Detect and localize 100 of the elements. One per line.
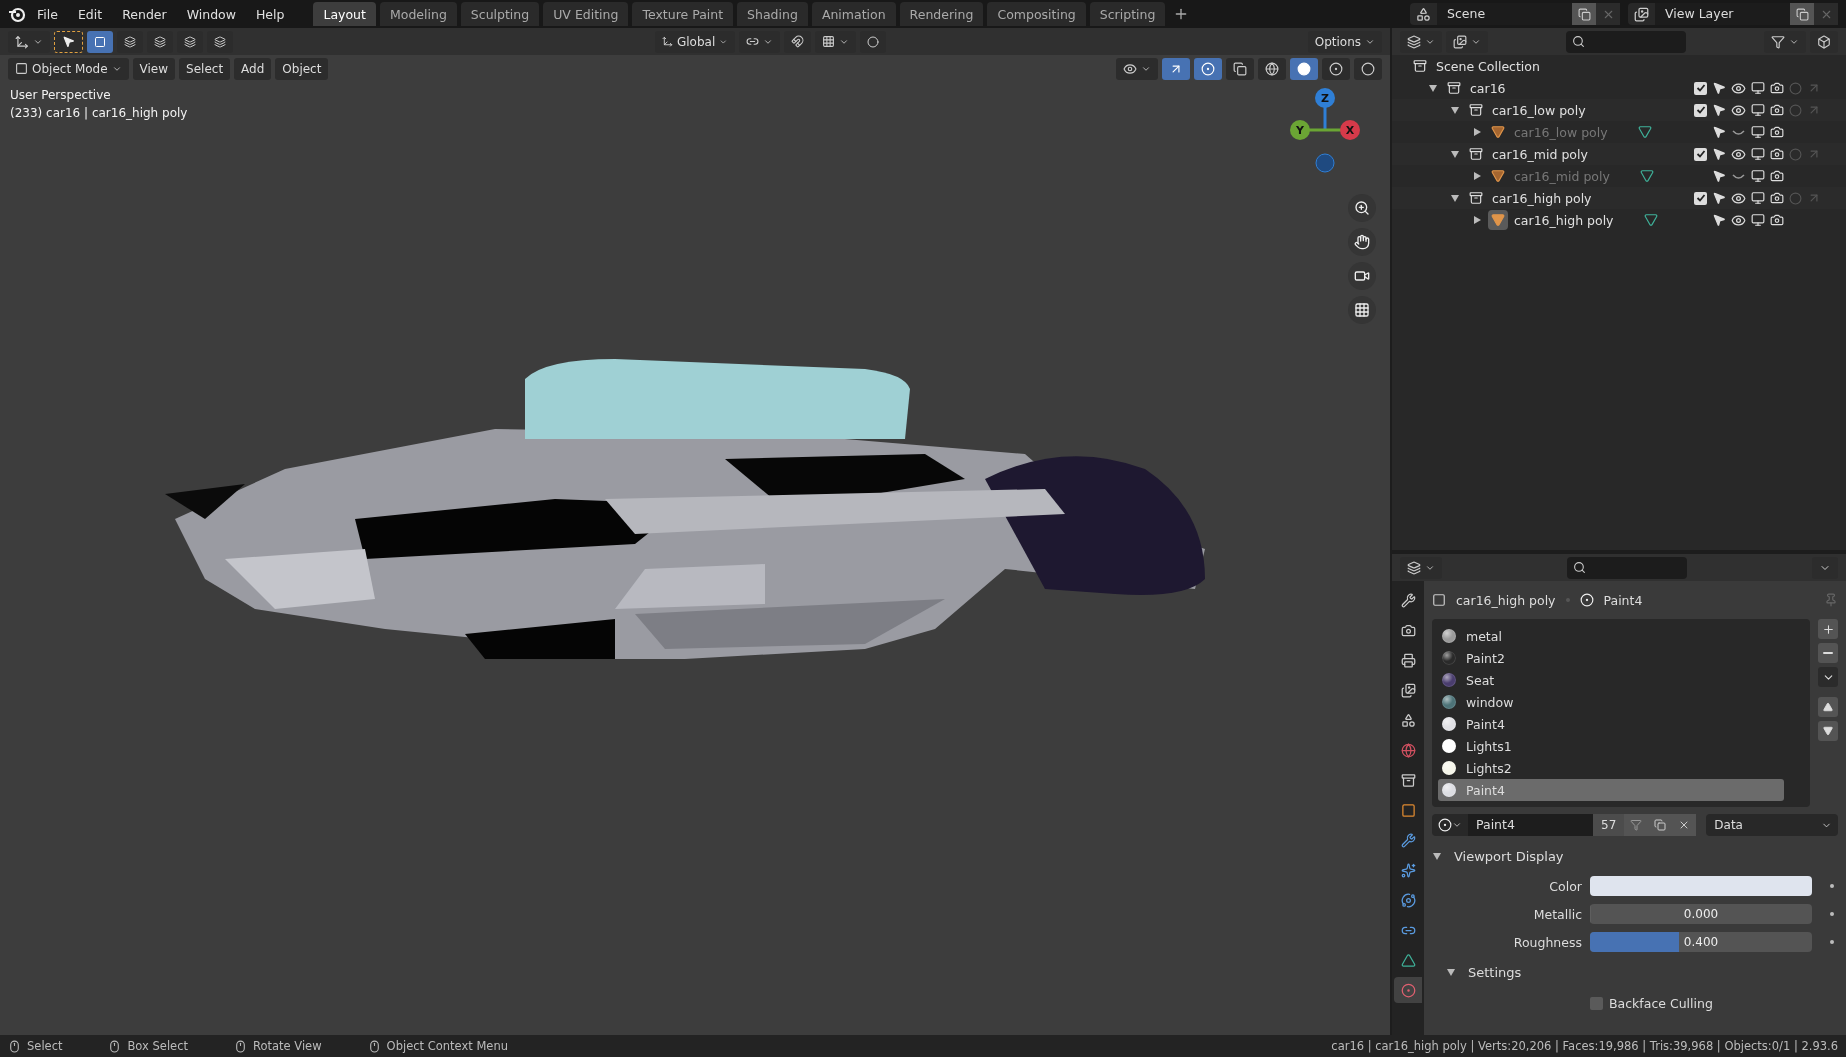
outliner-item-name[interactable]: car16_high poly [1514,212,1614,228]
material-preview-button[interactable] [1322,57,1350,80]
expand-arrow-icon[interactable] [1428,83,1438,93]
zoom-button[interactable] [1348,194,1376,222]
search-field[interactable] [1567,556,1687,579]
filter-layer-button[interactable] [1446,30,1488,53]
move-up-button[interactable] [1818,697,1838,717]
panel-title[interactable]: Viewport Display [1454,848,1564,864]
tool-button[interactable] [54,30,83,53]
wireframe-button[interactable] [1258,57,1286,80]
viewport-menu[interactable]: Select [179,57,231,80]
workspace-tab[interactable]: Animation [811,2,896,26]
keyframe-dot[interactable] [1830,940,1834,944]
expand-arrow-icon[interactable] [1446,967,1456,977]
filter-button[interactable] [1764,30,1806,53]
workspace-tab[interactable]: Scripting [1089,2,1166,26]
expand-arrow-icon[interactable] [1472,127,1482,137]
workspace-tab[interactable]: Layout [313,2,376,26]
material-slot[interactable]: Paint4 [1438,713,1784,735]
keyframe-dot[interactable] [1830,912,1834,916]
material-slot[interactable]: Paint4 [1438,779,1784,801]
snap-button[interactable] [783,30,811,53]
eye-icon[interactable] [1731,190,1746,206]
include-checkbox[interactable] [1694,81,1707,95]
eye-icon[interactable] [1731,102,1746,118]
options-dropdown[interactable]: Options [1307,30,1382,53]
proportional-button[interactable] [859,30,886,53]
axis-label[interactable]: Y [1290,120,1310,140]
slot-menu-button[interactable] [1818,667,1838,687]
material-slot[interactable]: Paint2 [1438,647,1784,669]
mode-dropdown[interactable]: Object Mode [8,57,129,80]
eye-icon[interactable] [1731,80,1746,96]
workspace-tab[interactable]: Texture Paint [632,2,734,26]
rendered-button[interactable] [1354,57,1382,80]
color-swatch[interactable] [1590,876,1812,896]
material-slot[interactable]: Lights2 [1438,757,1784,779]
include-checkbox[interactable] [1694,191,1707,205]
subpanel-title[interactable]: Settings [1468,964,1522,980]
orientation-dropdown[interactable]: Global [654,30,735,53]
menu-item[interactable]: Help [246,3,294,25]
pan-button[interactable] [1348,228,1376,256]
visibility-button[interactable] [1116,57,1158,80]
menu-item[interactable]: File [28,3,67,25]
viewport-menu[interactable]: Object [275,57,329,80]
menu-item[interactable]: Render [113,3,176,25]
xray-button[interactable] [1226,57,1254,80]
select-mode-button[interactable] [147,30,173,53]
scene-selector[interactable]: Scene [1410,3,1620,25]
workspace-tab[interactable]: Sculpting [460,2,540,26]
material-slot[interactable]: Seat [1438,669,1784,691]
outliner-item-name[interactable]: car16_mid poly [1492,146,1588,162]
workspace-tab[interactable]: Modeling [379,2,457,26]
workspace-tab[interactable]: Shading [737,2,808,26]
select-mode-button[interactable] [207,30,233,53]
display-mode-button[interactable] [1400,30,1442,53]
ortho-toggle-button[interactable] [1348,296,1376,324]
include-checkbox[interactable] [1694,147,1707,161]
pivot-button[interactable] [738,30,780,53]
eye-icon[interactable] [1731,212,1746,228]
overlay-button[interactable] [1194,57,1222,80]
select-mode-button[interactable] [177,30,203,53]
view-layer-selector[interactable]: View Layer [1628,3,1838,25]
link-dropdown[interactable]: Data [1706,814,1838,836]
axis-label[interactable]: Z [1315,88,1335,108]
add-slot-button[interactable] [1818,619,1838,639]
select-mode-button[interactable] [117,30,143,53]
expand-arrow-icon[interactable] [1450,149,1460,159]
workspace-tab[interactable]: Rendering [899,2,984,26]
app-logo-icon[interactable] [8,5,26,23]
search-field[interactable] [1566,30,1686,53]
new-collection-button[interactable] [1810,30,1838,53]
viewport-menu[interactable]: Add [234,57,272,80]
expand-arrow-icon[interactable] [1472,171,1482,181]
move-down-button[interactable] [1818,721,1838,741]
viewport-menu[interactable]: View [132,57,176,80]
material-slot[interactable]: window [1438,691,1784,713]
expand-arrow-icon[interactable] [1450,105,1460,115]
include-checkbox[interactable] [1694,103,1707,117]
eye-icon[interactable] [1731,146,1746,162]
remove-slot-button[interactable] [1818,643,1838,663]
expand-arrow-icon[interactable] [1432,851,1442,861]
material-datablock-field[interactable]: Paint4 57 [1432,814,1697,836]
options-dropdown[interactable] [1812,556,1838,579]
solid-button[interactable] [1290,57,1318,80]
material-slot[interactable]: metal [1438,625,1784,647]
outliner-item-name[interactable]: Scene Collection [1436,58,1540,74]
material-slot[interactable]: Lights1 [1438,735,1784,757]
snap-target-button[interactable] [814,30,856,53]
select-mode-button[interactable] [87,30,113,53]
value-slider[interactable]: 0.000 [1590,904,1812,924]
menu-item[interactable]: Window [177,3,245,25]
outliner-item-name[interactable]: car16 [1470,80,1506,96]
checkbox[interactable] [1590,996,1603,1010]
camera-view-button[interactable] [1348,262,1376,290]
workspace-tab[interactable]: UV Editing [543,2,629,26]
workspace-tab[interactable]: Compositing [987,2,1086,26]
gizmo-button[interactable] [1162,57,1190,80]
editor-type-button[interactable] [8,30,50,53]
expand-arrow-icon[interactable] [1472,215,1482,225]
outliner-item-name[interactable]: car16_high poly [1492,190,1592,206]
